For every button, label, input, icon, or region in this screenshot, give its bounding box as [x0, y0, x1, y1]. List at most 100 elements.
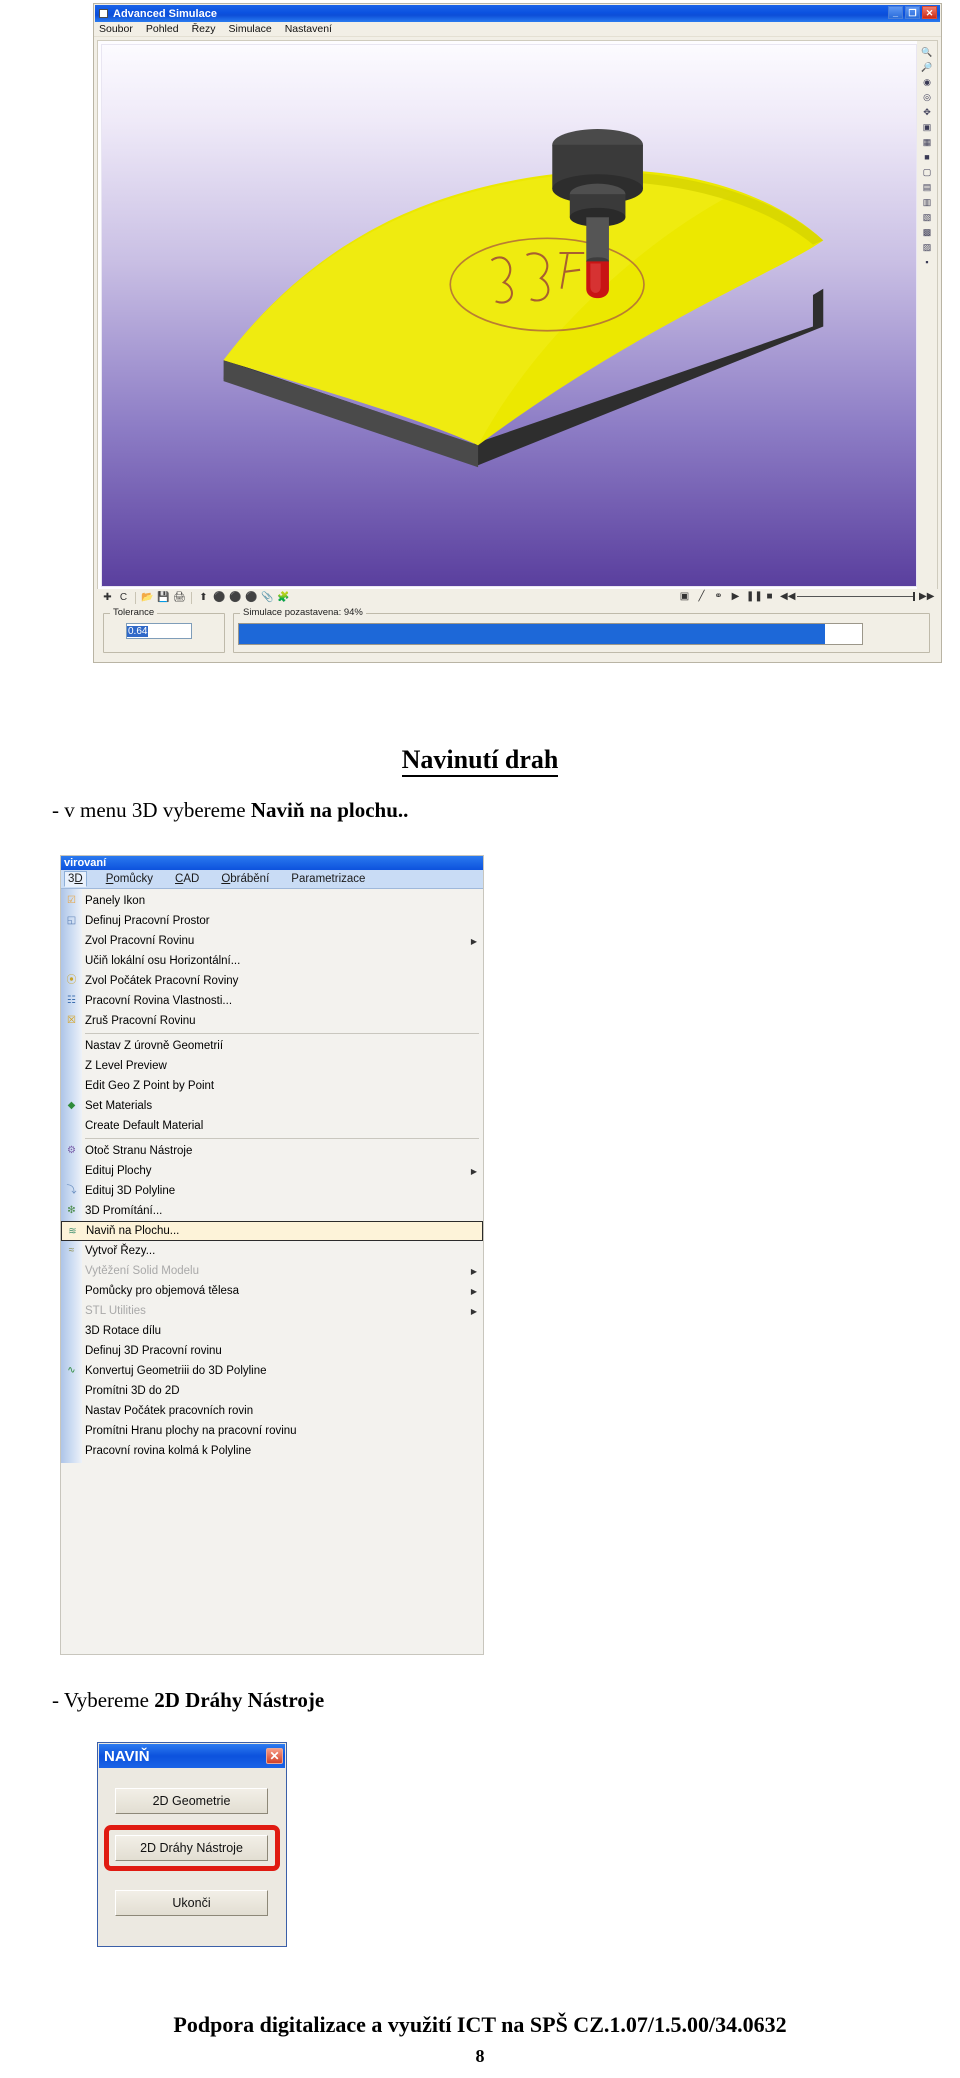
- menu-item-oto-stranu-n-stroje[interactable]: ⚙ Otoč Stranu Nástroje: [61, 1141, 483, 1161]
- menu-item-nastav-po-tek-pracovn-ch-rovin[interactable]: Nastav Počátek pracovních rovin: [61, 1401, 483, 1421]
- menu-item-pracovn-rovina-kolm-k-polyline[interactable]: Pracovní rovina kolmá k Polyline: [61, 1441, 483, 1461]
- view-left-icon[interactable]: ▩: [919, 225, 935, 239]
- probe-icon[interactable]: ⚭: [712, 590, 725, 603]
- menu-pohled[interactable]: Pohled: [146, 23, 179, 35]
- menu-item-zru-pracovn-rovinu[interactable]: ☒ Zruš Pracovní Rovinu: [61, 1011, 483, 1031]
- menu-item-definuj-3d-pracovn-rovinu[interactable]: Definuj 3D Pracovní rovinu: [61, 1341, 483, 1361]
- view-iso-icon[interactable]: ▦: [919, 135, 935, 149]
- submenu-arrow-icon: ▶: [470, 936, 477, 946]
- toolbar-separator-2: [191, 591, 192, 604]
- tab-pomucky[interactable]: Pomůcky: [103, 872, 156, 886]
- view-back-icon[interactable]: ▥: [919, 195, 935, 209]
- menu-item-edit-geo-z-point-by-point[interactable]: Edit Geo Z Point by Point: [61, 1076, 483, 1096]
- simulation-progress-bar: [238, 623, 863, 645]
- instruction-line-2: - Vybereme 2D Dráhy Nástroje: [52, 1688, 324, 1713]
- view-front-icon[interactable]: ■: [919, 150, 935, 164]
- material-green-icon: ◆: [67, 1100, 76, 1111]
- menu-simulace[interactable]: Simulace: [229, 23, 272, 35]
- menu-nastaveni[interactable]: Nastavení: [285, 23, 332, 35]
- menu-item-zvol-pracovn-rovinu[interactable]: Zvol Pracovní Rovinu ▶: [61, 931, 483, 951]
- window-controls: _ ❐ ✕: [888, 6, 937, 19]
- menu-item-label: Otoč Stranu Nástroje: [85, 1145, 193, 1157]
- button-ukonci[interactable]: Ukonči: [115, 1890, 268, 1916]
- menu-item-u-i-lok-ln-osu-horizont-ln[interactable]: Učiň lokální osu Horizontální...: [61, 951, 483, 971]
- menu-item-prom-tni-3d-do-2d[interactable]: Promítni 3D do 2D: [61, 1381, 483, 1401]
- menu-item-label: 3D Promítání...: [85, 1205, 163, 1217]
- view-top-icon[interactable]: ▢: [919, 165, 935, 179]
- stock-icon[interactable]: ⚫: [213, 591, 226, 604]
- 3d-viewport[interactable]: [101, 44, 917, 587]
- menu-item-3d-rotace-d-lu[interactable]: 3D Rotace dílu: [61, 1321, 483, 1341]
- up-arrow-icon[interactable]: ⬆: [197, 591, 210, 604]
- menu-item-z-level-preview[interactable]: Z Level Preview: [61, 1056, 483, 1076]
- menu-item-stl-utilities: STL Utilities ▶: [61, 1301, 483, 1321]
- menu-item-konvertuj-geometriii-do-3d-polyline[interactable]: ∿ Konvertuj Geometriii do 3D Polyline: [61, 1361, 483, 1381]
- button-2d-geometrie[interactable]: 2D Geometrie: [115, 1788, 268, 1814]
- rewind-icon[interactable]: ◀◀: [780, 590, 795, 603]
- speed-slider-thumb[interactable]: [913, 592, 915, 601]
- zoom-window-icon[interactable]: ◎: [919, 90, 935, 104]
- menu-item-label: Vytvoř Řezy...: [85, 1245, 156, 1257]
- tab-obrabeni[interactable]: Obrábění: [218, 872, 272, 886]
- print-icon[interactable]: 🖨: [173, 591, 186, 604]
- play-icon[interactable]: ▶: [729, 590, 742, 603]
- menu-item-edituj-3d-polyline[interactable]: ⤵ Edituj 3D Polyline: [61, 1181, 483, 1201]
- menu-item-pracovn-rovina-vlastnosti[interactable]: ☷ Pracovní Rovina Vlastnosti...: [61, 991, 483, 1011]
- view-right-icon[interactable]: ▤: [919, 180, 935, 194]
- zoom-out-icon[interactable]: 🔎: [919, 60, 935, 74]
- open-icon[interactable]: 📂: [141, 591, 154, 604]
- tab-parametrizace[interactable]: Parametrizace: [288, 872, 368, 886]
- zoom-icon[interactable]: 🔍: [919, 45, 935, 59]
- menu-item-navi-na-plochu[interactable]: ≋ Naviň na Plochu...: [61, 1221, 483, 1241]
- menu-item-zvol-po-tek-pracovn-roviny[interactable]: ⦿ Zvol Počátek Pracovní Roviny: [61, 971, 483, 991]
- crosshair-icon[interactable]: ✚: [101, 591, 114, 604]
- close-button[interactable]: ✕: [922, 6, 937, 19]
- menu-item-definuj-pracovn-prostor[interactable]: ◱ Definuj Pracovní Prostor: [61, 911, 483, 931]
- menu-item-prom-tni-hranu-plochy-na-pracovn-rovinu[interactable]: Promítni Hranu plochy na pracovní rovinu: [61, 1421, 483, 1441]
- tolerance-input[interactable]: 0.64: [126, 623, 192, 639]
- page-number: 8: [475, 2046, 485, 2066]
- maximize-button[interactable]: ❐: [905, 6, 920, 19]
- menu-item-nastav-z-rovn-geometri[interactable]: Nastav Z úrovně Geometrií: [61, 1036, 483, 1056]
- tool-icon[interactable]: ╱: [695, 590, 708, 603]
- zoom-in-icon[interactable]: ◉: [919, 75, 935, 89]
- wrap-surface-icon: ≋: [68, 1226, 77, 1237]
- menu-item-pom-cky-pro-objemov-t-lesa[interactable]: Pomůcky pro objemová tělesa ▶: [61, 1281, 483, 1301]
- fastforward-icon[interactable]: ▶▶: [919, 590, 934, 603]
- menu-item-panely-ikon[interactable]: ☑ Panely Ikon: [61, 891, 483, 911]
- menu-rezy[interactable]: Řezy: [192, 23, 216, 35]
- menu-item-label: Zvol Počátek Pracovní Roviny: [85, 975, 239, 987]
- stop-icon[interactable]: ■: [763, 590, 776, 603]
- menu-soubor[interactable]: Soubor: [99, 23, 133, 35]
- menu-item-label: Konvertuj Geometriii do 3D Polyline: [85, 1365, 267, 1377]
- tab-cad[interactable]: CAD: [172, 872, 202, 886]
- save-icon[interactable]: 💾: [157, 591, 170, 604]
- tolerance-group: Tolerance 0.64: [103, 607, 225, 653]
- menu-separator: [85, 1138, 479, 1139]
- menu-item-label: Set Materials: [85, 1100, 153, 1112]
- view-shade-icon[interactable]: ▨: [919, 240, 935, 254]
- page-footer: Podpora digitalizace a využití ICT na SP…: [173, 2012, 787, 2037]
- sections-icon: ≈: [68, 1245, 75, 1256]
- pause-icon[interactable]: ❚❚: [746, 590, 763, 603]
- menu-item-edituj-plochy[interactable]: Edituj Plochy ▶: [61, 1161, 483, 1181]
- fit-icon[interactable]: ▣: [919, 120, 935, 134]
- close-icon[interactable]: ✕: [266, 1748, 283, 1764]
- render-icon[interactable]: ▣: [678, 590, 691, 603]
- menu-item-3d-prom-t-n[interactable]: ❇ 3D Promítání...: [61, 1201, 483, 1221]
- minimize-button[interactable]: _: [888, 6, 903, 19]
- view-bottom-icon[interactable]: ▧: [919, 210, 935, 224]
- tab-3d[interactable]: 3D: [64, 871, 87, 887]
- pan-icon[interactable]: ✥: [919, 105, 935, 119]
- menu-item-set-materials[interactable]: ◆ Set Materials: [61, 1096, 483, 1116]
- view-wire-icon[interactable]: ▪: [919, 255, 935, 269]
- c-icon[interactable]: C: [117, 591, 130, 604]
- speed-slider[interactable]: [797, 592, 915, 601]
- menu-item-vytvo-ezy[interactable]: ≈ Vytvoř Řezy...: [61, 1241, 483, 1261]
- stock2-icon[interactable]: ⚫: [229, 591, 242, 604]
- stock3-icon[interactable]: ⚫: [245, 591, 258, 604]
- attach-icon[interactable]: 📎: [261, 591, 274, 604]
- material-icon[interactable]: 🧩: [277, 591, 290, 604]
- menu-item-create-default-material[interactable]: Create Default Material: [61, 1116, 483, 1136]
- button-2d-drahy-nastroje[interactable]: 2D Dráhy Nástroje: [115, 1835, 268, 1861]
